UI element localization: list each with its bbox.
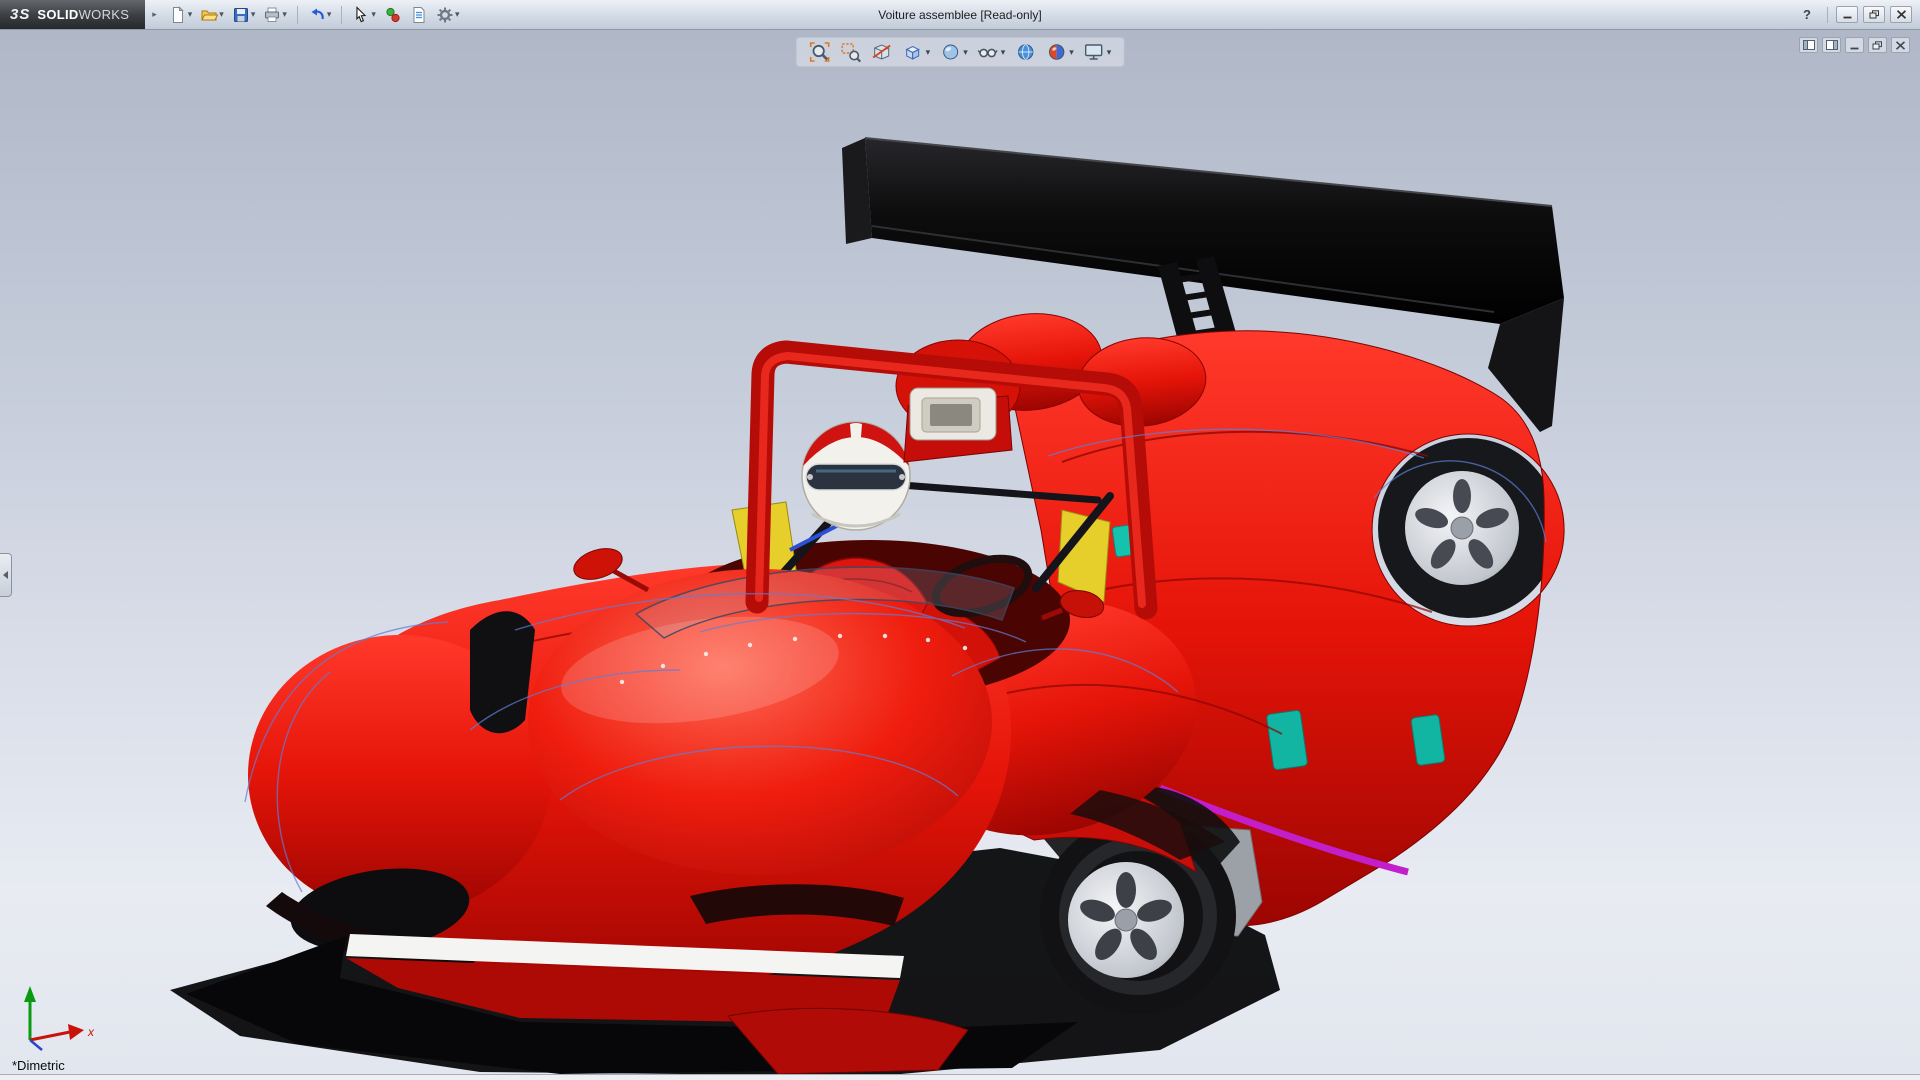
- edit-appearance-ball-icon: [1045, 41, 1067, 63]
- reference-triad[interactable]: x: [14, 978, 106, 1058]
- minimize-icon: [1842, 10, 1853, 19]
- close-button[interactable]: [1890, 6, 1912, 23]
- document-window-controls: [1799, 37, 1910, 53]
- options-gear-icon: [436, 6, 454, 24]
- triad-x-label: x: [87, 1025, 95, 1039]
- expand-pane-arrow-icon: [3, 571, 8, 579]
- open-button[interactable]: ▾: [197, 3, 227, 27]
- dropdown-caret-icon[interactable]: ▾: [251, 10, 256, 19]
- save-button[interactable]: ▾: [229, 3, 259, 27]
- pane-left-icon: [1803, 40, 1815, 50]
- apply-scene-button[interactable]: [1014, 41, 1036, 63]
- restore-icon: [1872, 41, 1883, 50]
- file-properties-icon: [410, 6, 428, 24]
- toolbar-separator: [341, 6, 342, 24]
- display-style-icon: [939, 41, 961, 63]
- zoom-to-fit-icon: [809, 41, 831, 63]
- triad-z-axis: [30, 1040, 42, 1050]
- dropdown-caret-icon[interactable]: ▾: [926, 48, 931, 57]
- view-settings-monitor-icon: [1083, 41, 1105, 63]
- window-title: Voiture assemblee [Read-only]: [878, 8, 1041, 22]
- print-button[interactable]: ▾: [260, 3, 290, 27]
- view-orientation-label: *Dimetric: [12, 1058, 65, 1073]
- toolbar-separator: [1827, 7, 1828, 23]
- undo-arrow-icon: [308, 6, 326, 24]
- camera-pod[interactable]: [904, 388, 1012, 462]
- new-document-icon: [169, 6, 187, 24]
- minimize-icon: [1849, 41, 1860, 50]
- toolbar-separator: [297, 6, 298, 24]
- pane-toggle-left-button[interactable]: [1799, 37, 1818, 53]
- triad-y-axis-arrow: [24, 986, 36, 1002]
- new-document-button[interactable]: ▾: [166, 3, 196, 27]
- document-close-button[interactable]: [1891, 37, 1910, 53]
- select-tool-button[interactable]: ▾: [349, 3, 379, 27]
- dropdown-caret-icon[interactable]: ▾: [963, 48, 968, 57]
- display-style-button[interactable]: ▾: [939, 41, 968, 63]
- edit-appearance-button[interactable]: ▾: [1045, 41, 1074, 63]
- save-floppy-icon: [232, 6, 250, 24]
- rebuild-icon: [384, 6, 402, 24]
- open-folder-icon: [200, 6, 218, 24]
- menu-flyout-chevron-icon[interactable]: ▸: [152, 9, 157, 20]
- dropdown-caret-icon[interactable]: ▾: [327, 10, 332, 19]
- dassault-3s-mark: 3S: [10, 6, 30, 23]
- undo-button[interactable]: ▾: [305, 3, 335, 27]
- zoom-to-fit-button[interactable]: [809, 41, 831, 63]
- view-settings-button[interactable]: ▾: [1083, 41, 1112, 63]
- minimize-button[interactable]: [1836, 6, 1858, 23]
- print-icon: [263, 6, 281, 24]
- dropdown-caret-icon[interactable]: ▾: [282, 10, 287, 19]
- dropdown-caret-icon[interactable]: ▾: [1069, 48, 1074, 57]
- rebuild-button[interactable]: [381, 3, 405, 27]
- race-car-model[interactable]: [186, 138, 1564, 1074]
- window-controls: ?: [1795, 6, 1920, 23]
- section-view-button[interactable]: [871, 41, 893, 63]
- restore-button[interactable]: [1863, 6, 1885, 23]
- main-toolbar: ▾ ▾ ▾ ▾: [166, 3, 463, 27]
- help-button[interactable]: ?: [1795, 7, 1819, 22]
- view-orientation-cube-icon: [902, 41, 924, 63]
- dropdown-caret-icon[interactable]: ▾: [371, 10, 376, 19]
- brand-works-text: WORKS: [79, 7, 130, 22]
- apply-scene-globe-icon: [1014, 41, 1036, 63]
- restore-icon: [1869, 10, 1880, 19]
- close-icon: [1895, 41, 1906, 50]
- dropdown-caret-icon[interactable]: ▾: [455, 10, 460, 19]
- hide-show-items-button[interactable]: ▾: [977, 41, 1006, 63]
- solidworks-logo: 3S SOLIDWORKS: [0, 0, 145, 29]
- helmet-visor: [806, 464, 906, 490]
- select-cursor-icon: [352, 6, 370, 24]
- dropdown-caret-icon[interactable]: ▾: [219, 10, 224, 19]
- close-icon: [1896, 10, 1907, 19]
- window-titlebar[interactable]: 3S SOLIDWORKS ▸ ▾ ▾ ▾: [0, 0, 1920, 30]
- options-button[interactable]: ▾: [433, 3, 463, 27]
- hide-show-glasses-icon: [977, 41, 999, 63]
- document-restore-button[interactable]: [1868, 37, 1887, 53]
- wheel-rear-right[interactable]: [1378, 438, 1558, 618]
- zoom-to-area-icon: [840, 41, 862, 63]
- dropdown-caret-icon[interactable]: ▾: [1001, 48, 1006, 57]
- dropdown-caret-icon[interactable]: ▾: [188, 10, 193, 19]
- graphics-viewport[interactable]: ▾ ▾ ▾: [0, 30, 1920, 1080]
- triad-x-axis-arrow: [68, 1024, 84, 1040]
- dropdown-caret-icon[interactable]: ▾: [1107, 48, 1112, 57]
- zoom-to-area-button[interactable]: [840, 41, 862, 63]
- file-properties-button[interactable]: [407, 3, 431, 27]
- document-minimize-button[interactable]: [1845, 37, 1864, 53]
- pane-toggle-right-button[interactable]: [1822, 37, 1841, 53]
- view-orientation-button[interactable]: ▾: [902, 41, 931, 63]
- status-strip: [0, 1074, 1920, 1080]
- section-view-icon: [871, 41, 893, 63]
- brand-solid-text: SOLID: [37, 7, 78, 22]
- feature-manager-collapsed-tab[interactable]: [0, 553, 12, 597]
- driver-helmet: [802, 422, 910, 530]
- 3d-model-canvas[interactable]: [0, 30, 1920, 1080]
- pane-right-icon: [1826, 40, 1838, 50]
- headsup-view-toolbar: ▾ ▾ ▾: [796, 37, 1125, 67]
